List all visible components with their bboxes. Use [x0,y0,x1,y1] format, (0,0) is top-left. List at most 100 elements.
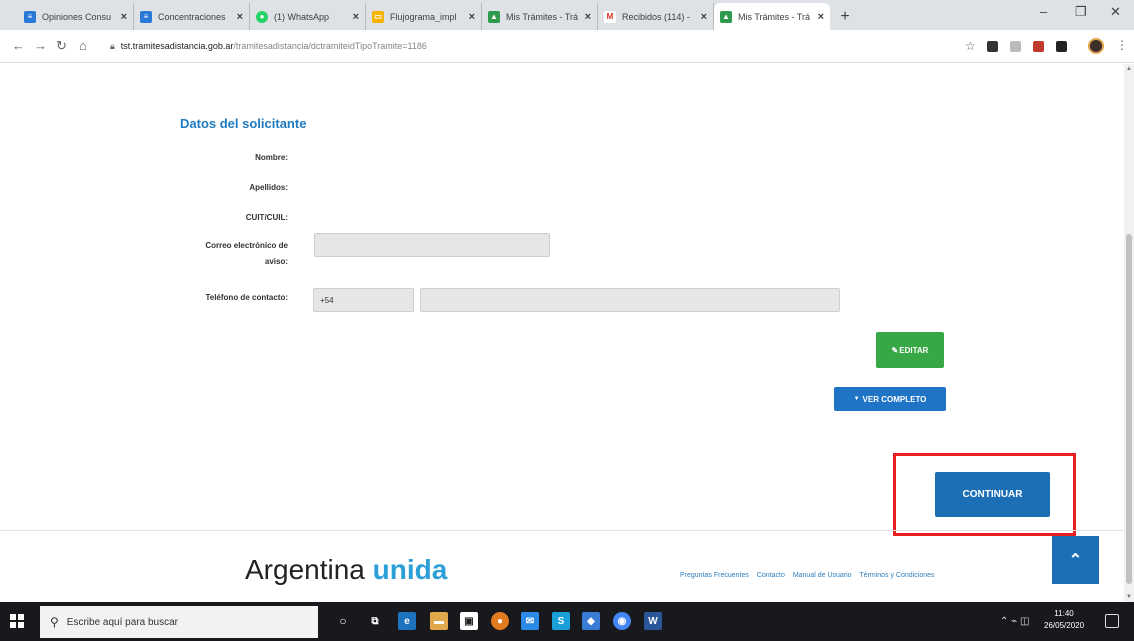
chevron-up-icon: ⌃ [1068,552,1083,569]
skype-icon[interactable]: S [552,612,570,630]
home-icon[interactable]: ⌂ [79,38,87,53]
apellidos-label: Apellidos: [249,183,288,192]
editar-label: EDITAR [899,345,929,355]
chrome-icon[interactable]: ◉ [613,612,631,630]
extension-icon[interactable] [1056,41,1067,52]
taskbar-clock[interactable]: 11:40 26/05/2020 [1044,608,1084,632]
scroll-down-arrow-icon[interactable]: ▼ [1126,594,1132,600]
page-content: Datos del solicitante Nombre: Apellidos:… [0,64,1124,602]
close-tab-icon[interactable]: × [701,11,707,23]
footer-link-faq[interactable]: Preguntas Frecuentes [680,572,749,579]
extension-icon[interactable] [987,41,998,52]
footer-links: Preguntas Frecuentes Contacto Manual de … [680,572,941,579]
telefono-label: Teléfono de contacto: [205,293,288,302]
close-tab-icon[interactable]: × [237,11,243,23]
taskbar-search[interactable]: ⚲ Escribe aquí para buscar [40,606,318,638]
footer-link-manual[interactable]: Manual de Usuario [793,572,852,579]
editar-button[interactable]: ✎ EDITAR [876,332,944,368]
cuit-label: CUIT/CUIL: [245,213,288,222]
correo-label-line2: aviso: [264,257,288,266]
search-icon: ⚲ [50,615,59,629]
profile-avatar[interactable] [1088,38,1104,54]
browser-tab[interactable]: M Recibidos (114) - × [598,3,714,30]
mail-icon[interactable]: ✉ [521,612,539,630]
task-view-icon[interactable]: ⧉ [366,612,384,630]
url-path: /tramitesadistancia/dctramiteidTipoTrami… [233,41,427,51]
browser-tab[interactable]: ≡ Opiniones Consu × [18,3,134,30]
edge-icon[interactable]: e [398,612,416,630]
address-bar[interactable]: 🔒︎ tst.tramitesadistancia.gob.ar /tramit… [110,35,960,57]
extension-icon[interactable] [1033,41,1044,52]
footer-divider [0,530,1124,531]
tab-label: Recibidos (114) - [622,11,690,22]
docs-icon: ≡ [140,10,152,23]
browser-tab-bar: ≡ Opiniones Consu × ≡ Concentraciones × … [0,0,1134,30]
notification-icon[interactable] [1105,614,1119,628]
bookmark-star-icon[interactable]: ☆ [965,39,976,53]
maximize-icon[interactable]: ❐ [1075,4,1087,20]
browser-toolbar: ← → ↻ ⌂ 🔒︎ tst.tramitesadistancia.gob.ar… [0,30,1134,63]
word-icon[interactable]: W [644,612,662,630]
brand-accent: unida [372,554,448,585]
clock-date: 26/05/2020 [1044,621,1085,630]
close-tab-icon[interactable]: × [469,11,475,23]
footer-link-terminos[interactable]: Términos y Condiciones [859,572,934,579]
tab-label: Mis Trámites - Trá [738,11,811,22]
browser-tab-active[interactable]: ▲ Mis Trámites - Trá × [714,3,830,30]
new-tab-button[interactable]: + [834,3,856,30]
footer-link-contacto[interactable]: Contacto [757,572,785,579]
docs-icon: ≡ [24,10,36,23]
tab-label: Opiniones Consu [42,11,112,22]
close-tab-icon[interactable]: × [818,11,824,23]
cortana-icon[interactable]: ○ [334,612,352,630]
tab-label: (1) WhatsApp [274,11,330,22]
system-tray-icons[interactable]: ⌃ ⌁ ◫ [1000,616,1029,627]
url-host: tst.tramitesadistancia.gob.ar [120,41,234,51]
windows-taskbar: ⚲ Escribe aquí para buscar ○ ⧉ e ▬ ▣ ● ✉… [0,602,1134,641]
app-icon[interactable]: ● [491,612,509,630]
scroll-up-arrow-icon[interactable]: ▲ [1126,66,1132,72]
tab-label: Mis Trámites - Trá [506,11,579,22]
gov-site-icon: ▲ [720,10,732,23]
reload-icon[interactable]: ↻ [56,38,67,54]
correo-field[interactable] [314,233,550,257]
correo-label-line1: Correo electrónico de [205,241,288,250]
close-tab-icon[interactable]: × [121,11,127,23]
telefono-number-field[interactable] [420,288,840,312]
correo-label: Correo electrónico de aviso: [205,238,288,270]
browser-tab[interactable]: ● (1) WhatsApp × [250,3,366,30]
close-tab-icon[interactable]: × [353,11,359,23]
menu-kebab-icon[interactable]: ⋮ [1116,38,1128,52]
nombre-label: Nombre: [255,153,288,162]
brand-main: Argentina [245,554,365,585]
close-tab-icon[interactable]: × [585,11,591,23]
store-icon[interactable]: ▣ [460,612,478,630]
file-explorer-icon[interactable]: ▬ [430,612,448,630]
browser-tab[interactable]: ▭ Flujograma_impl × [366,3,482,30]
slides-icon: ▭ [372,10,384,23]
windows-start-icon[interactable] [10,614,24,628]
highlight-box [893,453,1076,536]
ver-completo-label: VER COMPLETO [862,394,927,404]
gmail-icon: M [604,10,616,23]
taskbar-search-placeholder: Escribe aquí para buscar [66,616,178,628]
browser-tab[interactable]: ≡ Concentraciones × [134,3,250,30]
scroll-to-top-button[interactable]: ⌃ [1052,536,1099,584]
lock-icon: 🔒︎ [110,40,115,51]
back-icon[interactable]: ← [12,38,25,53]
browser-tab[interactable]: ▲ Mis Trámites - Trá × [482,3,598,30]
caret-down-icon: ▼ [853,396,860,402]
app-icon[interactable]: ◆ [582,612,600,630]
section-title: Datos del solicitante [180,116,307,131]
telefono-prefix-field[interactable]: +54 [313,288,414,312]
gov-site-icon: ▲ [488,10,500,23]
close-window-icon[interactable]: ✕ [1110,4,1121,20]
scrollbar-thumb[interactable] [1126,234,1132,584]
ver-completo-button[interactable]: ▼ VER COMPLETO [834,387,946,411]
page-scrollbar[interactable]: ▲ ▼ [1124,64,1134,602]
forward-icon[interactable]: → [34,38,47,53]
minimize-icon[interactable]: – [1040,4,1047,19]
clock-time: 11:40 [1054,609,1074,618]
tab-label: Concentraciones [158,11,226,22]
extension-icon[interactable] [1010,41,1021,52]
